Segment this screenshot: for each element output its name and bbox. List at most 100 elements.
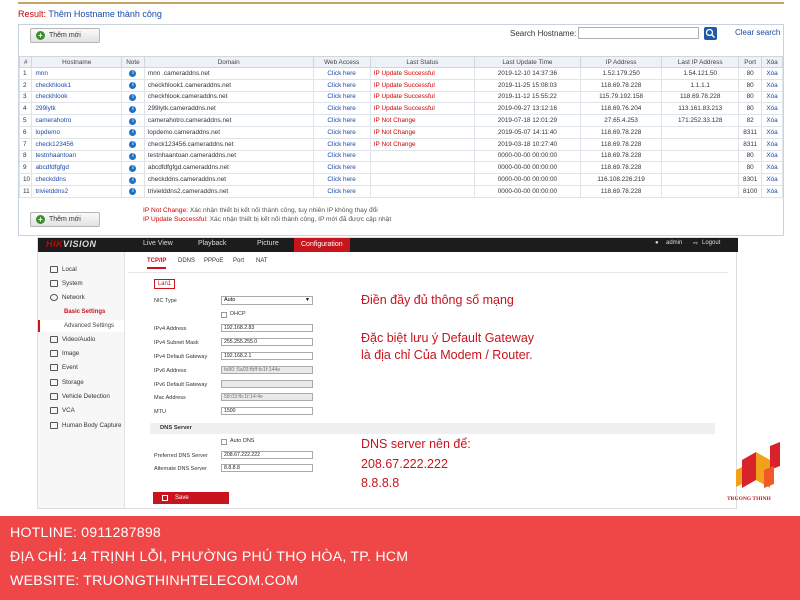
sidebar-item-system[interactable]: System: [50, 280, 83, 287]
note-cell[interactable]: i: [121, 161, 145, 175]
add-hostname-button[interactable]: + Thêm mới: [30, 28, 100, 43]
tab-tcpip[interactable]: TCP/IP: [147, 258, 167, 269]
nic-type-select[interactable]: Auto ▼: [221, 296, 313, 305]
table-row: 9 abcdfdfgfgd i abcdfdfgfgd.cameraddns.net C…: [18, 161, 783, 175]
tab-port[interactable]: Port: [233, 258, 244, 264]
sidebar-item-vca[interactable]: VCA: [50, 407, 75, 414]
table-cell[interactable]: Xóa: [761, 90, 783, 104]
note-cell[interactable]: i: [121, 90, 145, 104]
table-cell[interactable]: mnn: [31, 67, 122, 80]
table-cell: checkhlook.cameraddns.net: [143, 90, 314, 104]
note-cell[interactable]: i: [121, 184, 145, 198]
info-icon[interactable]: i: [129, 164, 137, 172]
table-cell[interactable]: Click here: [312, 90, 371, 104]
table-cell[interactable]: Click here: [312, 125, 371, 139]
subnet-mask-field[interactable]: 255.255.255.0: [221, 338, 313, 346]
table-cell[interactable]: Xóa: [761, 67, 783, 80]
info-icon[interactable]: i: [129, 117, 137, 125]
menu-playback[interactable]: Playback: [198, 240, 226, 247]
note-cell[interactable]: i: [121, 149, 145, 163]
note-cell[interactable]: i: [121, 67, 145, 80]
note-cell[interactable]: i: [121, 114, 145, 127]
sidebar-item-local[interactable]: Local: [50, 266, 77, 273]
table-cell[interactable]: Click here: [312, 78, 371, 92]
table-cell[interactable]: checkddns: [31, 173, 122, 186]
info-icon[interactable]: i: [129, 105, 137, 113]
gateway-field[interactable]: 192.168.2.1: [221, 352, 313, 360]
alternate-dns-field[interactable]: 8.8.8.8: [221, 464, 313, 472]
logout-link[interactable]: Logout: [702, 240, 720, 246]
sidebar-item-video-audio[interactable]: Video/Audio: [50, 336, 95, 343]
table-cell[interactable]: lopdemo: [31, 125, 122, 139]
table-cell[interactable]: abcdfdfgfgd: [31, 161, 122, 175]
table-cell[interactable]: trivietddns2: [31, 184, 122, 198]
preferred-dns-field[interactable]: 208.67.222.222: [221, 451, 313, 459]
table-cell[interactable]: checkhlook: [31, 90, 122, 104]
footer-address: ĐỊA CHỈ: 14 TRỊNH LỖI, PHƯỜNG PHÚ THỌ HÒ…: [10, 549, 409, 565]
info-icon[interactable]: i: [129, 129, 137, 137]
tab-ddns[interactable]: DDNS: [178, 258, 195, 264]
table-cell[interactable]: Click here: [312, 184, 371, 198]
note-cell[interactable]: i: [121, 102, 145, 116]
info-icon[interactable]: i: [129, 93, 137, 101]
table-cell[interactable]: camerahotro: [31, 114, 122, 127]
sidebar-item-storage[interactable]: Storage: [50, 379, 84, 386]
info-icon[interactable]: i: [129, 188, 137, 196]
sidebar-item-event[interactable]: Event: [50, 364, 78, 371]
column-header: Port: [738, 56, 763, 68]
sidebar-item-basic-settings[interactable]: Basic Settings: [64, 309, 105, 315]
dhcp-checkbox[interactable]: [221, 312, 227, 318]
tab-lan1[interactable]: Lan1: [154, 279, 175, 289]
info-icon[interactable]: i: [129, 141, 137, 149]
table-cell[interactable]: Xóa: [761, 125, 783, 139]
search-hostname-input[interactable]: [578, 27, 699, 39]
table-cell[interactable]: Click here: [312, 102, 371, 116]
sidebar-item-image[interactable]: Image: [50, 350, 79, 357]
table-cell[interactable]: Click here: [312, 149, 371, 163]
note-cell[interactable]: i: [121, 125, 145, 139]
sidebar-item-human-body-capture[interactable]: Human Body Capture: [50, 422, 122, 429]
table-cell[interactable]: 299lytk: [31, 102, 122, 116]
note-cell[interactable]: i: [121, 78, 145, 92]
footer-website[interactable]: WEBSITE: TRUONGTHINHTELECOM.COM: [10, 573, 298, 589]
table-cell[interactable]: Xóa: [761, 114, 783, 127]
table-cell[interactable]: Xóa: [761, 184, 783, 198]
table-cell[interactable]: Xóa: [761, 102, 783, 116]
note-cell[interactable]: i: [121, 173, 145, 186]
info-icon[interactable]: i: [129, 176, 137, 184]
tab-pppoe[interactable]: PPPoE: [204, 258, 223, 264]
sidebar-item-advanced-settings[interactable]: Advanced Settings: [64, 323, 114, 329]
search-button[interactable]: [704, 27, 717, 40]
table-cell[interactable]: Click here: [312, 67, 371, 80]
table-cell[interactable]: Click here: [312, 161, 371, 175]
table-cell[interactable]: checkhlook1: [31, 78, 122, 92]
ipv4-field[interactable]: 192.168.2.83: [221, 324, 313, 332]
table-cell[interactable]: Xóa: [761, 173, 783, 186]
table-cell[interactable]: Click here: [312, 114, 371, 127]
sidebar-item-vehicle-detection[interactable]: Vehicle Detection: [50, 393, 110, 400]
save-button[interactable]: Save: [153, 492, 229, 504]
menu-configuration[interactable]: Configuration: [294, 238, 350, 252]
table-cell[interactable]: check123456: [31, 137, 122, 151]
info-icon[interactable]: i: [129, 152, 137, 160]
user-name[interactable]: admin: [666, 240, 682, 246]
menu-live-view[interactable]: Live View: [143, 240, 173, 247]
table-cell[interactable]: Xóa: [761, 161, 783, 175]
table-cell: 115.79.192.158: [580, 90, 663, 104]
sidebar-item-network[interactable]: Network: [50, 294, 85, 301]
tab-nat[interactable]: NAT: [256, 258, 268, 264]
info-icon[interactable]: i: [129, 70, 137, 78]
table-cell[interactable]: testnhaantoan: [31, 149, 122, 163]
info-icon[interactable]: i: [129, 82, 137, 90]
auto-dns-checkbox[interactable]: [221, 439, 227, 445]
note-cell[interactable]: i: [121, 137, 145, 151]
mtu-field[interactable]: 1500: [221, 407, 313, 415]
table-cell[interactable]: Click here: [312, 173, 371, 186]
menu-picture[interactable]: Picture: [257, 240, 279, 247]
clear-search-link[interactable]: Clear search: [735, 28, 780, 37]
table-cell[interactable]: Xóa: [761, 149, 783, 163]
table-cell[interactable]: Click here: [312, 137, 371, 151]
table-cell[interactable]: Xóa: [761, 137, 783, 151]
table-cell[interactable]: Xóa: [761, 78, 783, 92]
add-hostname-button-bottom[interactable]: + Thêm mới: [30, 212, 100, 227]
